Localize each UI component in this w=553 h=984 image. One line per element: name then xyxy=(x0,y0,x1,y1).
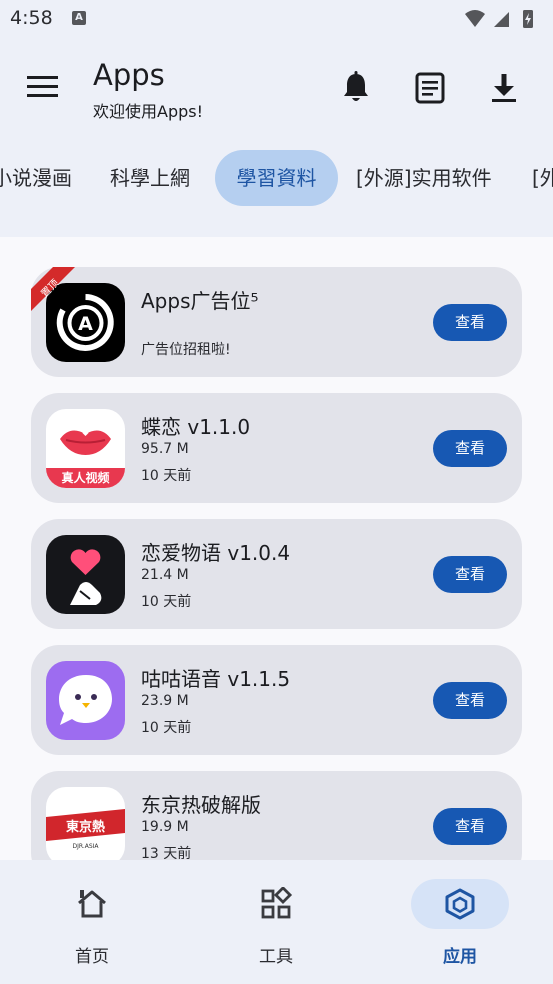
bird-bubble-icon xyxy=(46,661,125,740)
tools-grid-icon xyxy=(261,887,293,919)
app-name: 咕咕语音 v1.1.5 xyxy=(141,667,291,691)
app-list: A Apps广告位⁵ 广告位招租啦! 查看 真人视频 蝶恋 v1.1.0 95.… xyxy=(0,237,553,860)
nav-tools[interactable]: 工具 xyxy=(184,860,368,984)
lips-icon: 真人视频 xyxy=(46,409,125,488)
view-button[interactable]: 查看 xyxy=(433,430,507,467)
app-name: 恋爱物语 v1.0.4 xyxy=(141,541,291,565)
apps-cube-icon xyxy=(445,888,475,920)
list-item[interactable]: 咕咕语音 v1.1.5 23.9 M 10 天前 查看 xyxy=(31,645,522,755)
download-icon[interactable] xyxy=(484,68,524,108)
nav-apps[interactable]: 应用 xyxy=(368,860,552,984)
page-subtitle: 欢迎使用Apps! xyxy=(93,102,204,121)
wifi-icon xyxy=(465,10,485,27)
tab-novel-comics[interactable]: 小说漫画 xyxy=(0,150,72,206)
heart-hand-icon xyxy=(46,535,125,614)
nav-label: 应用 xyxy=(443,947,477,967)
tab-learning-materials[interactable]: 學習資料 xyxy=(215,150,338,206)
app-updated: 13 天前 xyxy=(141,846,192,860)
status-time: 4:58 xyxy=(10,7,53,29)
tab-science-network[interactable]: 科學上網 xyxy=(110,150,190,206)
menu-icon[interactable] xyxy=(22,70,64,102)
view-button[interactable]: 查看 xyxy=(433,808,507,845)
app-size: 21.4 M xyxy=(141,567,189,583)
pinned-badge: 置顶 xyxy=(31,267,87,323)
app-name: 蝶恋 v1.1.0 xyxy=(141,415,251,439)
status-icons xyxy=(465,10,533,28)
app-description: 广告位招租啦! xyxy=(141,342,231,358)
app-size: 23.9 M xyxy=(141,693,189,709)
page-title: Apps xyxy=(93,58,165,92)
app-size: 95.7 M xyxy=(141,441,189,457)
list-item[interactable]: 恋爱物语 v1.0.4 21.4 M 10 天前 查看 xyxy=(31,519,522,629)
nav-label: 首页 xyxy=(75,947,109,967)
app-bar: Apps 欢迎使用Apps! xyxy=(0,40,553,135)
app-name: 东京热破解版 xyxy=(141,793,261,817)
icon-caption: 東京熱 xyxy=(65,820,105,835)
status-bar: 4:58 A xyxy=(0,0,553,40)
bottom-nav: 首页 工具 应用 xyxy=(0,860,553,984)
view-button[interactable]: 查看 xyxy=(433,556,507,593)
view-button[interactable]: 查看 xyxy=(433,304,507,341)
list-item[interactable]: 東京熱 DJR.ASIA 东京热破解版 19.9 M 13 天前 查看 xyxy=(31,771,522,860)
view-button[interactable]: 查看 xyxy=(433,682,507,719)
tab-external-more[interactable]: [外源] xyxy=(532,150,553,206)
icon-subcaption: DJR.ASIA xyxy=(72,843,99,850)
home-icon xyxy=(78,890,106,918)
app-size: 19.9 M xyxy=(141,819,189,835)
app-updated: 10 天前 xyxy=(141,468,192,484)
app-updated: 10 天前 xyxy=(141,720,192,736)
notification-icon: A xyxy=(72,11,86,25)
category-tabs: 小说漫画 科學上網 學習資料 [外源]实用软件 [外源] xyxy=(0,150,553,208)
nav-label: 工具 xyxy=(259,947,293,967)
tab-external-utilities[interactable]: [外源]实用软件 xyxy=(356,150,492,206)
list-item[interactable]: 真人视频 蝶恋 v1.1.0 95.7 M 10 天前 查看 xyxy=(31,393,522,503)
tokyo-banner-icon: 東京熱 DJR.ASIA xyxy=(46,787,125,860)
list-item[interactable]: A Apps广告位⁵ 广告位招租啦! 查看 xyxy=(31,267,522,377)
document-icon[interactable] xyxy=(410,68,450,108)
app-name: Apps广告位⁵ xyxy=(141,289,259,313)
icon-caption: 真人视频 xyxy=(61,471,110,485)
nav-home[interactable]: 首页 xyxy=(0,860,184,984)
signal-icon xyxy=(494,12,509,27)
bell-icon[interactable] xyxy=(336,68,376,108)
app-updated: 10 天前 xyxy=(141,594,192,610)
